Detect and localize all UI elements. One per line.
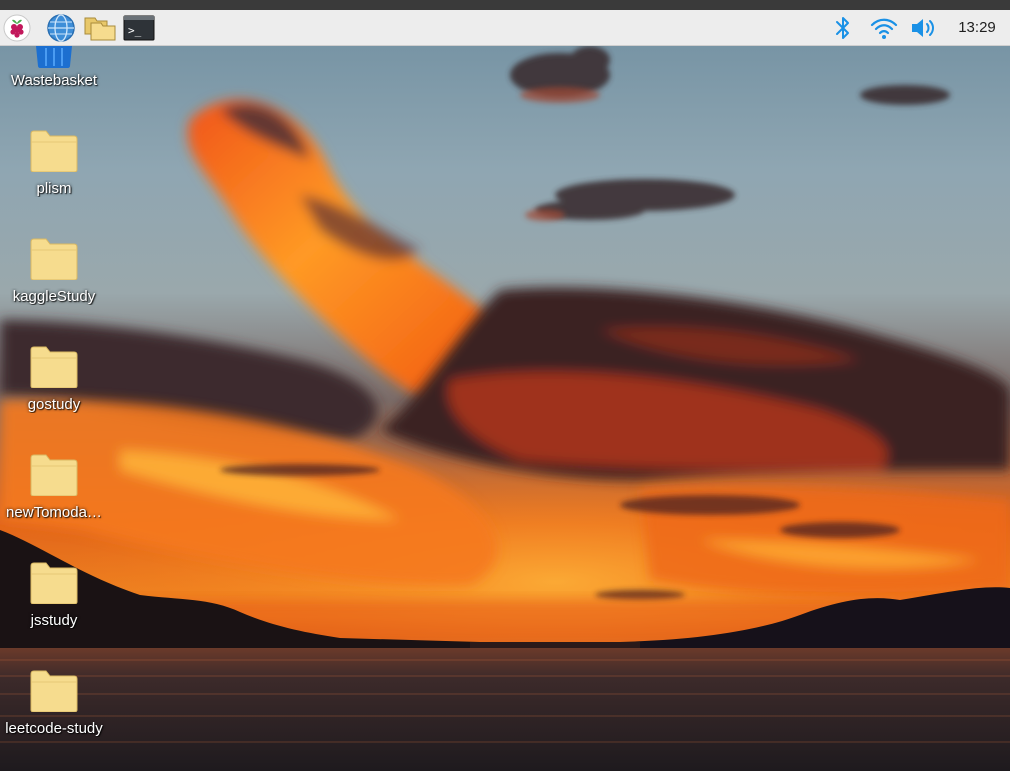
folder-icon <box>30 346 78 388</box>
desktop-icon-label: plism <box>36 180 72 197</box>
desktop-icon-label: gostudy <box>27 396 81 413</box>
raspberry-pi-menu-button[interactable] <box>0 10 34 46</box>
screen-top-edge <box>0 0 1010 10</box>
wifi-tray-button[interactable] <box>868 10 900 46</box>
desktop-icon-label: Wastebasket <box>10 72 98 89</box>
folder-icon <box>30 238 78 280</box>
desktop-icon-wastebasket[interactable]: Wastebasket <box>0 46 108 96</box>
folder-icon <box>30 130 78 172</box>
desktop-icon-label: kaggleStudy <box>12 288 96 305</box>
desktop-icon-gostudy[interactable]: gostudy <box>0 346 108 450</box>
wastebasket-icon <box>36 46 72 68</box>
raspberry-pi-menu-icon <box>3 14 31 42</box>
desktop-icon-label: leetcode-study <box>5 720 103 737</box>
desktop-wallpaper <box>0 0 1010 771</box>
volume-icon <box>912 19 934 37</box>
terminal-icon: >_ <box>123 15 155 41</box>
bluetooth-icon <box>836 17 849 39</box>
folders-icon <box>84 17 116 41</box>
desktop-icon-label: jsstudy <box>30 612 78 629</box>
desktop-icon-label: newTomoda… <box>6 504 102 521</box>
wifi-icon <box>870 18 898 39</box>
desktop-icon-newtomodachi[interactable]: newTomoda… <box>0 454 108 558</box>
volume-tray-button[interactable] <box>908 10 940 46</box>
top-panel: >_ 13:29 <box>0 10 1010 46</box>
file-manager-launcher[interactable] <box>83 10 117 46</box>
folder-icon <box>30 562 78 604</box>
terminal-launcher[interactable]: >_ <box>121 10 157 46</box>
globe-icon <box>47 14 75 42</box>
desktop-icon-leetcode-study[interactable]: leetcode-study <box>0 670 108 771</box>
folder-icon <box>30 454 78 496</box>
web-browser-launcher[interactable] <box>44 10 78 46</box>
desktop-icon-jsstudy[interactable]: jsstudy <box>0 562 108 666</box>
desktop-icon-kagglestudy[interactable]: kaggleStudy <box>0 238 108 342</box>
desktop-screen: >_ 13:29 Wastebasket plism kaggleStudy g… <box>0 0 1010 771</box>
bluetooth-tray-button[interactable] <box>830 10 856 46</box>
desktop-icon-plism[interactable]: plism <box>0 130 108 234</box>
clock[interactable]: 13:29 <box>948 10 1006 46</box>
folder-icon <box>30 670 78 712</box>
screen-edge-marker: ⋮ <box>1005 310 1010 328</box>
svg-text:>_: >_ <box>128 24 142 37</box>
